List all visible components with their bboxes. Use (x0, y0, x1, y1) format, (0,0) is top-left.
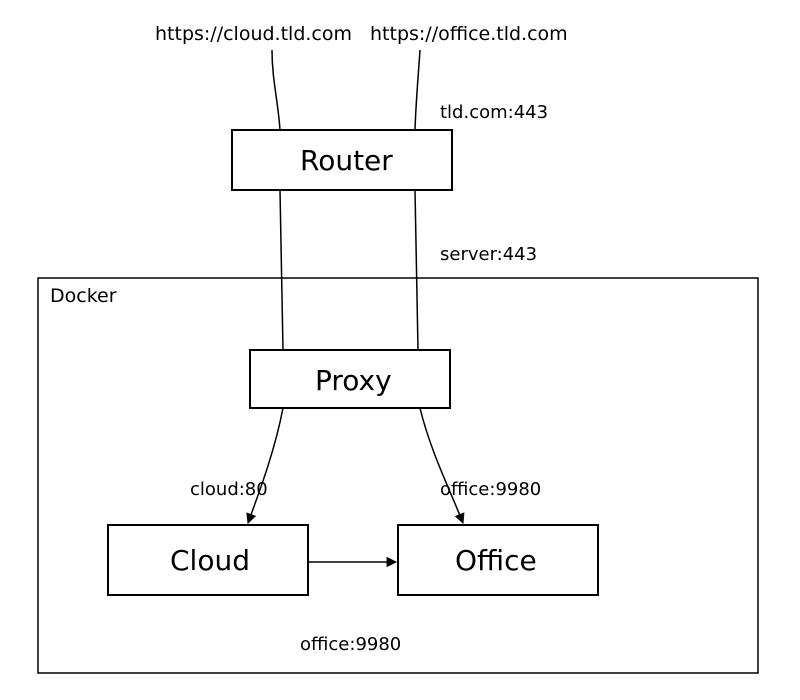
endpoint-cloud-to-office-label: office:9980 (300, 634, 401, 655)
endpoint-proxy-label: server:443 (440, 244, 537, 265)
endpoint-router-label: tld.com:443 (440, 102, 548, 123)
flow-url-office-to-router (415, 50, 420, 130)
flow-proxy-to-cloud (248, 408, 283, 523)
network-diagram: https://cloud.tld.com https://office.tld… (0, 0, 800, 700)
flow-router-to-proxy-left (280, 190, 283, 350)
router-node-label: Router (300, 144, 393, 177)
office-node-label: Office (455, 544, 537, 577)
endpoint-office-label: office:9980 (440, 479, 541, 500)
url-office-label: https://office.tld.com (370, 23, 568, 45)
docker-container (38, 278, 758, 673)
flow-url-cloud-to-router (272, 50, 280, 130)
flow-proxy-to-office (420, 408, 463, 523)
proxy-node-label: Proxy (315, 364, 392, 397)
cloud-node-label: Cloud (170, 544, 250, 577)
endpoint-cloud-label: cloud:80 (190, 479, 268, 500)
docker-container-label: Docker (50, 285, 117, 307)
url-cloud-label: https://cloud.tld.com (155, 23, 352, 45)
flow-router-to-proxy-right (415, 190, 418, 350)
